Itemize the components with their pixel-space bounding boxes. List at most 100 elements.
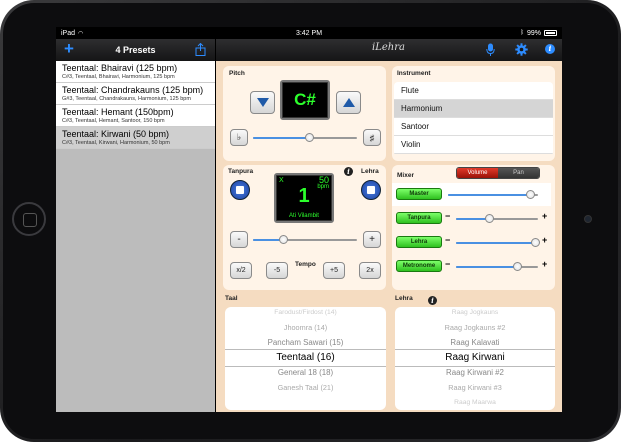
lehra-picker[interactable]: Raag Jogkauns Raag Jogkauns #2 Raag Kalava…: [395, 307, 555, 410]
lehra-mixer-button[interactable]: Lehra: [396, 236, 442, 248]
preset-item[interactable]: Teentaal: Chandrakauns (125 bpm) G#3, Te…: [56, 83, 215, 105]
mixer-label: Mixer: [397, 172, 414, 179]
home-button[interactable]: [12, 202, 46, 236]
picker-item[interactable]: Raag Jogkauns #2: [395, 323, 555, 332]
slider-fill: [448, 194, 531, 196]
pitch-slider-knob[interactable]: [305, 133, 315, 142]
status-time: 3:42 PM: [295, 29, 323, 37]
info-icon[interactable]: i: [545, 44, 555, 54]
tempo-plus5-button[interactable]: +5: [323, 262, 345, 279]
instrument-item-selected[interactable]: Harmonium: [394, 100, 553, 118]
microphone-icon[interactable]: [486, 43, 495, 57]
picker-item[interactable]: Raag Kirwani #3: [395, 383, 555, 392]
tanpura-stop-button[interactable]: [230, 180, 250, 200]
picker-item[interactable]: Raag Maarwa: [395, 399, 555, 406]
pitch-slider-fill: [253, 137, 311, 139]
metronome-volume-slider[interactable]: [456, 262, 538, 271]
picker-item[interactable]: Raag Jogkauns: [395, 309, 555, 316]
tempo-minus5-button[interactable]: -5: [266, 262, 288, 279]
master-slider[interactable]: [448, 190, 538, 199]
picker-item[interactable]: Farodust/Firdost (14): [225, 309, 386, 316]
instrument-item[interactable]: Violin: [394, 136, 553, 154]
pitch-display: C#: [280, 80, 330, 120]
tempo-half-button[interactable]: x/2: [230, 262, 252, 279]
volume-tab[interactable]: Volume: [457, 168, 498, 178]
picker-item[interactable]: Ganesh Taal (21): [225, 383, 386, 392]
picker-item[interactable]: Jhoomra (14): [225, 323, 386, 332]
slider-knob[interactable]: [485, 214, 495, 223]
preset-item[interactable]: Teentaal: Hemant (150bpm) C#3, Teentaal,…: [56, 105, 215, 127]
sharp-button[interactable]: ♯: [363, 129, 381, 146]
volume-down-icon[interactable]: −: [445, 211, 450, 221]
flat-button[interactable]: ♭: [230, 129, 248, 146]
arrow-down-icon: [256, 98, 269, 107]
pitch-panel: Pitch C# ♭ ♯: [223, 66, 386, 161]
instrument-item[interactable]: Flute: [394, 82, 553, 100]
status-bar: iPad ◠ 3:42 PM ᛒ 99%: [56, 27, 562, 39]
picker-item[interactable]: Raag Kirwani #2: [395, 368, 555, 377]
tanpura-mixer-button[interactable]: Tanpura: [396, 212, 442, 224]
master-button[interactable]: Master: [396, 188, 442, 200]
mixer-row-master: Master: [392, 183, 551, 206]
laya-label: Ati Vilambit: [289, 213, 319, 219]
preset-title: Teentaal: Hemant (150bpm): [62, 107, 174, 117]
slider-fill: [456, 266, 518, 268]
picker-item[interactable]: General 18 (18): [225, 368, 386, 377]
tempo-panel: Tanpura i Lehra X 50 bpm 1 Ati Vilambit …: [223, 165, 386, 290]
tanpura-volume-slider[interactable]: [456, 214, 538, 223]
preset-title: Teentaal: Chandrakauns (125 bpm): [62, 85, 204, 95]
info-icon[interactable]: i: [344, 167, 353, 176]
add-preset-icon[interactable]: +: [64, 40, 74, 58]
picker-item[interactable]: Raag Kalavati: [395, 338, 555, 347]
picker-item-selected[interactable]: Raag Kirwani: [395, 352, 555, 363]
picker-item[interactable]: Pancham Sawari (15): [225, 338, 386, 347]
lehra-list-label: Lehra: [395, 295, 413, 302]
preset-item[interactable]: Teentaal: Bhairavi (125 bpm) C#3, Teenta…: [56, 61, 215, 83]
volume-up-icon[interactable]: +: [542, 235, 547, 245]
tempo-double-button[interactable]: 2x: [359, 262, 381, 279]
main-header: iLehra i: [216, 39, 562, 61]
metronome-mixer-button[interactable]: Metronome: [396, 260, 442, 272]
volume-up-icon[interactable]: +: [542, 259, 547, 269]
lehra-volume-slider[interactable]: [456, 238, 541, 247]
tempo-minus-button[interactable]: -: [230, 231, 248, 248]
pitch-down-button[interactable]: [250, 91, 275, 114]
picker-item-selected[interactable]: Teentaal (16): [225, 352, 386, 363]
tempo-label: Tempo: [295, 261, 316, 268]
pitch-slider[interactable]: [253, 133, 357, 142]
arrow-up-icon: [342, 98, 355, 107]
preset-title: Teentaal: Bhairavi (125 bpm): [62, 63, 178, 73]
gear-icon[interactable]: [515, 43, 528, 56]
tempo-display: X 50 bpm 1 Ati Vilambit: [274, 173, 334, 223]
volume-down-icon[interactable]: −: [445, 259, 450, 269]
slider-knob[interactable]: [525, 190, 535, 199]
sidebar-title: 4 Presets: [115, 45, 156, 55]
tempo-slider-knob[interactable]: [279, 235, 289, 244]
info-icon[interactable]: i: [428, 296, 437, 305]
volume-up-icon[interactable]: +: [542, 211, 547, 221]
tanpura-label: Tanpura: [228, 168, 254, 175]
tempo-slider[interactable]: [253, 235, 357, 244]
mixer-mode-switch: Volume Pan: [456, 167, 540, 179]
mixer-row-tanpura: Tanpura − +: [392, 207, 551, 230]
instrument-item[interactable]: Santoor: [394, 118, 553, 136]
instrument-panel: Instrument Flute Harmonium Santoor Violi…: [392, 66, 555, 161]
preset-subtitle: C#3, Teentaal, Kirwani, Harmonium, 50 bp…: [62, 140, 170, 146]
taal-label: Taal: [225, 295, 238, 302]
camera-icon: [584, 215, 592, 223]
volume-down-icon[interactable]: −: [445, 235, 450, 245]
share-icon[interactable]: [195, 43, 206, 56]
preset-item-selected[interactable]: Teentaal: Kirwani (50 bpm) C#3, Teentaal…: [56, 127, 215, 149]
slider-knob[interactable]: [512, 262, 522, 271]
battery-icon: [544, 30, 557, 36]
taal-picker[interactable]: Farodust/Firdost (14) Jhoomra (14) Pancham…: [225, 307, 386, 410]
slider-knob[interactable]: [531, 238, 541, 247]
pan-tab[interactable]: Pan: [498, 168, 539, 178]
preset-subtitle: C#3, Teentaal, Hemant, Santoor, 150 bpm: [62, 118, 165, 124]
mixer-panel: Mixer Volume Pan Master Tanpura − + Lehr…: [392, 165, 555, 290]
lehra-stop-button[interactable]: [361, 180, 381, 200]
preset-title: Teentaal: Kirwani (50 bpm): [62, 129, 170, 139]
tempo-plus-button[interactable]: +: [363, 231, 381, 248]
pitch-label: Pitch: [229, 70, 245, 77]
pitch-up-button[interactable]: [336, 91, 361, 114]
